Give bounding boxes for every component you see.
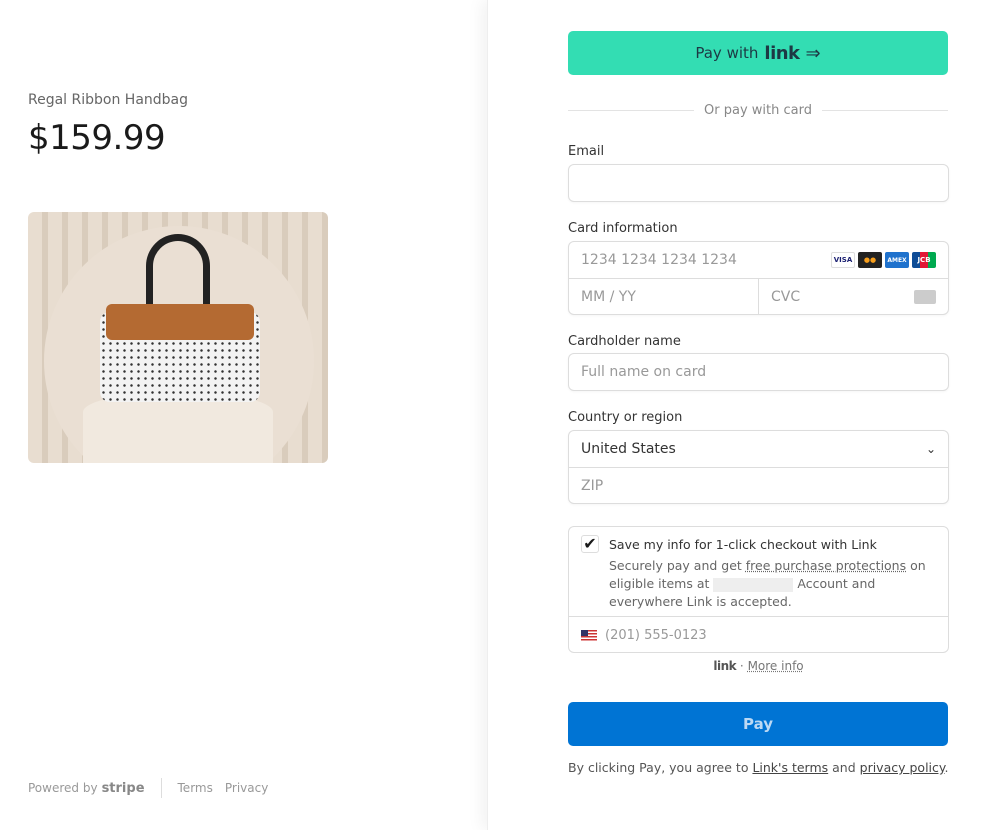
- terms-text: By clicking Pay, you agree to Link's ter…: [568, 760, 949, 775]
- product-panel: Regal Ribbon Handbag $159.99 Powered by …: [0, 0, 487, 830]
- country-select[interactable]: United States ⌄: [569, 431, 948, 467]
- jcb-icon: JCB: [912, 252, 936, 268]
- pay-with-link-button[interactable]: Pay with link ⇒: [568, 31, 948, 75]
- zip-input[interactable]: ZIP: [569, 467, 948, 503]
- card-label: Card information: [568, 221, 678, 236]
- divider: Or pay with card: [568, 103, 948, 118]
- checkout-panel: Pay with link ⇒ Or pay with card Email C…: [487, 0, 983, 830]
- stripe-logo[interactable]: stripe: [102, 781, 145, 796]
- visa-icon: VISA: [831, 252, 855, 268]
- pay-button[interactable]: Pay: [568, 702, 948, 746]
- privacy-link[interactable]: Privacy: [225, 781, 268, 795]
- card-number-input[interactable]: 1234 1234 1234 1234 VISA ●● AMEX JCB: [569, 242, 948, 278]
- terms-link[interactable]: Terms: [178, 781, 213, 795]
- chevron-down-icon: ⌄: [925, 442, 936, 456]
- card-brands: VISA ●● AMEX JCB: [831, 252, 936, 268]
- powered-by: Powered by: [28, 781, 98, 795]
- save-info-checkbox[interactable]: ✔: [581, 535, 599, 553]
- mastercard-icon: ●●: [858, 252, 882, 268]
- purchase-protections-link[interactable]: free purchase protections: [746, 558, 906, 573]
- card-info-group: 1234 1234 1234 1234 VISA ●● AMEX JCB MM …: [568, 241, 949, 315]
- product-image: [28, 212, 328, 463]
- cvc-card-icon: [914, 289, 936, 304]
- cardholder-name-input[interactable]: Full name on card: [568, 353, 949, 391]
- save-description: Securely pay and get free purchase prote…: [609, 558, 926, 609]
- link-save-box: ✔ Save my info for 1-click checkout with…: [568, 526, 949, 653]
- phone-input[interactable]: (201) 555-0123: [569, 616, 948, 653]
- address-group: United States ⌄ ZIP: [568, 430, 949, 504]
- product-price: $159.99: [28, 118, 166, 158]
- email-field[interactable]: [568, 164, 949, 202]
- link-logo: link: [764, 42, 800, 64]
- privacy-policy-link[interactable]: privacy policy: [860, 760, 945, 775]
- email-label: Email: [568, 144, 605, 159]
- country-label: Country or region: [568, 410, 683, 425]
- link-info: link · More info: [713, 659, 804, 673]
- save-title: Save my info for 1-click checkout with L…: [609, 537, 877, 552]
- product-name: Regal Ribbon Handbag: [28, 92, 189, 108]
- amex-icon: AMEX: [885, 252, 909, 268]
- link-logo: link: [713, 659, 737, 673]
- expiry-input[interactable]: MM / YY: [569, 279, 758, 314]
- us-flag-icon: [581, 629, 597, 641]
- footer: Powered by stripe Terms Privacy: [28, 778, 280, 798]
- cvc-input[interactable]: CVC: [758, 279, 948, 314]
- redacted-text: [713, 577, 794, 592]
- arrow-right-icon: ⇒: [805, 42, 821, 64]
- cardholder-label: Cardholder name: [568, 334, 681, 349]
- link-terms-link[interactable]: Link's terms: [752, 760, 828, 775]
- more-info-link[interactable]: More info: [748, 659, 804, 673]
